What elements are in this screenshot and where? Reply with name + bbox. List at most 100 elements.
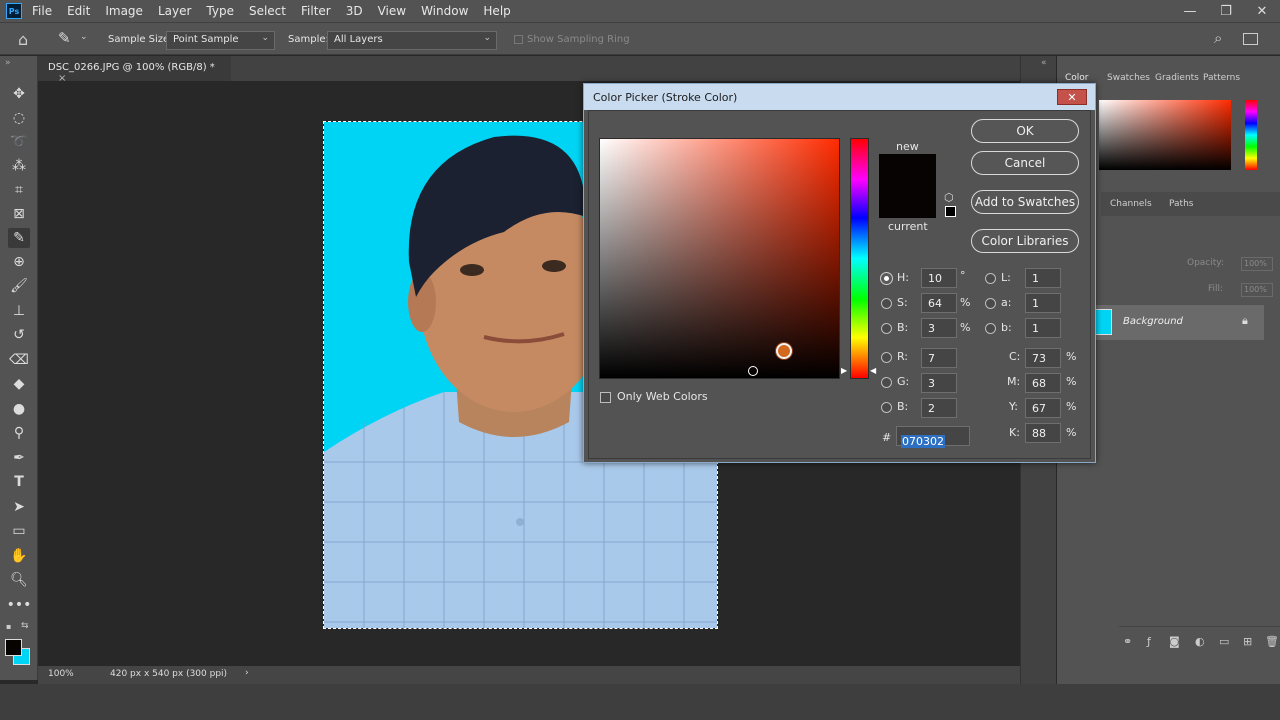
menu-type[interactable]: Type [206, 4, 234, 18]
frame-tool-icon[interactable]: ⊠ [8, 204, 30, 224]
new-layer-icon[interactable]: ⊞ [1243, 635, 1252, 648]
brightness-input[interactable]: 3 [921, 318, 957, 338]
menu-file[interactable]: File [32, 4, 52, 18]
menu-select[interactable]: Select [249, 4, 286, 18]
menu-edit[interactable]: Edit [67, 4, 90, 18]
layer-row[interactable]: Background 🔒︎ [1090, 305, 1264, 340]
mini-color-field[interactable] [1099, 100, 1231, 170]
red-input[interactable]: 7 [921, 348, 957, 368]
chevron-right-icon[interactable]: › [245, 668, 249, 678]
document-tab[interactable]: DSC_0266.JPG @ 100% (RGB/8) * × [38, 56, 231, 84]
magenta-input[interactable]: 68 [1025, 373, 1061, 393]
collapse-icon[interactable]: » [5, 58, 11, 68]
yellow-input[interactable]: 67 [1025, 398, 1061, 418]
stamp-tool-icon[interactable]: ⊥ [8, 301, 30, 321]
hue-slider[interactable] [850, 138, 869, 379]
lightness-input[interactable]: 1 [1025, 268, 1061, 288]
black-input[interactable]: 88 [1025, 423, 1061, 443]
mask-icon[interactable]: ◙ [1169, 635, 1180, 648]
blue-radio[interactable] [881, 402, 892, 413]
adjustment-icon[interactable]: ◐ [1195, 635, 1205, 648]
crop-tool-icon[interactable]: ⌗ [8, 180, 30, 200]
hue-radio[interactable] [881, 273, 892, 284]
more-tools-icon[interactable]: ••• [7, 595, 32, 615]
color-field-marker[interactable] [776, 343, 792, 359]
pen-tool-icon[interactable]: ✒ [8, 448, 30, 468]
menu-window[interactable]: Window [421, 4, 468, 18]
web-safe-warning-icon[interactable] [945, 206, 956, 217]
trash-icon[interactable]: 🗑 [1265, 635, 1279, 648]
rectangle-tool-icon[interactable]: ▭ [8, 521, 30, 541]
lightness-radio[interactable] [985, 273, 996, 284]
menu-help[interactable]: Help [483, 4, 510, 18]
minimize-icon[interactable]: — [1172, 0, 1208, 22]
sample-size-select[interactable]: Point Sample ⌄ [166, 31, 275, 50]
mini-hue-bar[interactable] [1245, 100, 1257, 170]
zoom-tool-icon[interactable]: 🔍︎ [8, 570, 30, 590]
blur-tool-icon[interactable]: ● [8, 399, 30, 419]
default-colors-icon[interactable]: ▪ [6, 622, 11, 631]
restore-icon[interactable]: ❐ [1208, 0, 1244, 22]
menu-view[interactable]: View [378, 4, 406, 18]
hue-slider-left-arrow-icon[interactable]: ▶ [841, 366, 847, 375]
lasso-tool-icon[interactable]: ➰ [8, 132, 30, 152]
hex-input[interactable]: 070302 [896, 426, 970, 448]
eyedropper-preset-icon[interactable]: ✎ [58, 29, 71, 47]
panel-tab-gradients[interactable]: Gradients [1155, 73, 1199, 83]
green-input[interactable]: 3 [921, 373, 957, 393]
brush-tool-icon[interactable]: 🖌 [8, 276, 30, 296]
menu-filter[interactable]: Filter [301, 4, 331, 18]
color-libraries-button[interactable]: Color Libraries [971, 229, 1079, 253]
menu-layer[interactable]: Layer [158, 4, 191, 18]
collapse-panels-icon[interactable]: « [1041, 58, 1047, 68]
zoom-level[interactable]: 100% [48, 669, 74, 679]
path-selection-tool-icon[interactable]: ➤ [8, 497, 30, 517]
search-icon[interactable]: ⌕ [1214, 29, 1222, 47]
opacity-value[interactable]: 100% [1241, 257, 1273, 271]
blue-input[interactable]: 2 [921, 398, 957, 418]
dialog-close-icon[interactable]: ✕ [1057, 89, 1087, 105]
type-tool-icon[interactable]: T [8, 472, 30, 492]
history-brush-tool-icon[interactable]: ↺ [8, 325, 30, 345]
sample-select[interactable]: All Layers ⌄ [327, 31, 497, 50]
ok-button[interactable]: OK [971, 119, 1079, 143]
hue-slider-right-arrow-icon[interactable]: ◀ [870, 366, 876, 375]
hand-tool-icon[interactable]: ✋ [8, 546, 30, 566]
dialog-titlebar[interactable]: Color Picker (Stroke Color) [584, 84, 1095, 110]
fill-value[interactable]: 100% [1241, 283, 1273, 297]
panel-tab-channels[interactable]: Channels [1110, 199, 1152, 209]
out-of-gamut-cube-icon[interactable]: ⬡ [944, 191, 954, 204]
panel-tab-swatches[interactable]: Swatches [1107, 73, 1150, 83]
a-channel-radio[interactable] [985, 298, 996, 309]
saturation-input[interactable]: 64 [921, 293, 957, 313]
green-radio[interactable] [881, 377, 892, 388]
group-icon[interactable]: ▭ [1219, 635, 1229, 648]
dodge-tool-icon[interactable]: ⚲ [8, 423, 30, 443]
workspace-icon[interactable] [1243, 33, 1258, 45]
marquee-tool-icon[interactable]: ◌ [8, 108, 30, 128]
layer-name[interactable]: Background [1123, 316, 1183, 327]
fx-icon[interactable]: ƒ [1147, 635, 1151, 648]
cancel-button[interactable]: Cancel [971, 151, 1079, 175]
saturation-radio[interactable] [881, 298, 892, 309]
foreground-color-swatch[interactable] [5, 639, 22, 656]
show-ring-checkbox[interactable] [514, 35, 523, 44]
hue-input[interactable]: 10 [921, 268, 957, 288]
add-to-swatches-button[interactable]: Add to Swatches [971, 190, 1079, 214]
eyedropper-tool-icon[interactable]: ✎ [8, 228, 30, 248]
brightness-radio[interactable] [881, 323, 892, 334]
panel-tab-paths[interactable]: Paths [1169, 199, 1193, 209]
healing-brush-tool-icon[interactable]: ⊕ [8, 252, 30, 272]
b-channel-radio[interactable] [985, 323, 996, 334]
current-color-swatch[interactable] [879, 187, 936, 218]
eraser-tool-icon[interactable]: ⌫ [8, 350, 30, 370]
close-icon[interactable]: ✕ [1244, 0, 1280, 22]
move-tool-icon[interactable]: ✥ [8, 84, 30, 104]
paint-bucket-tool-icon[interactable]: ◆ [8, 374, 30, 394]
panel-tab-patterns[interactable]: Patterns [1203, 73, 1240, 83]
lock-icon[interactable]: 🔒︎ [1242, 314, 1248, 328]
menu-3d[interactable]: 3D [346, 4, 363, 18]
red-radio[interactable] [881, 352, 892, 363]
home-icon[interactable]: ⌂ [18, 30, 28, 49]
swap-colors-icon[interactable]: ⇆ [21, 621, 29, 631]
